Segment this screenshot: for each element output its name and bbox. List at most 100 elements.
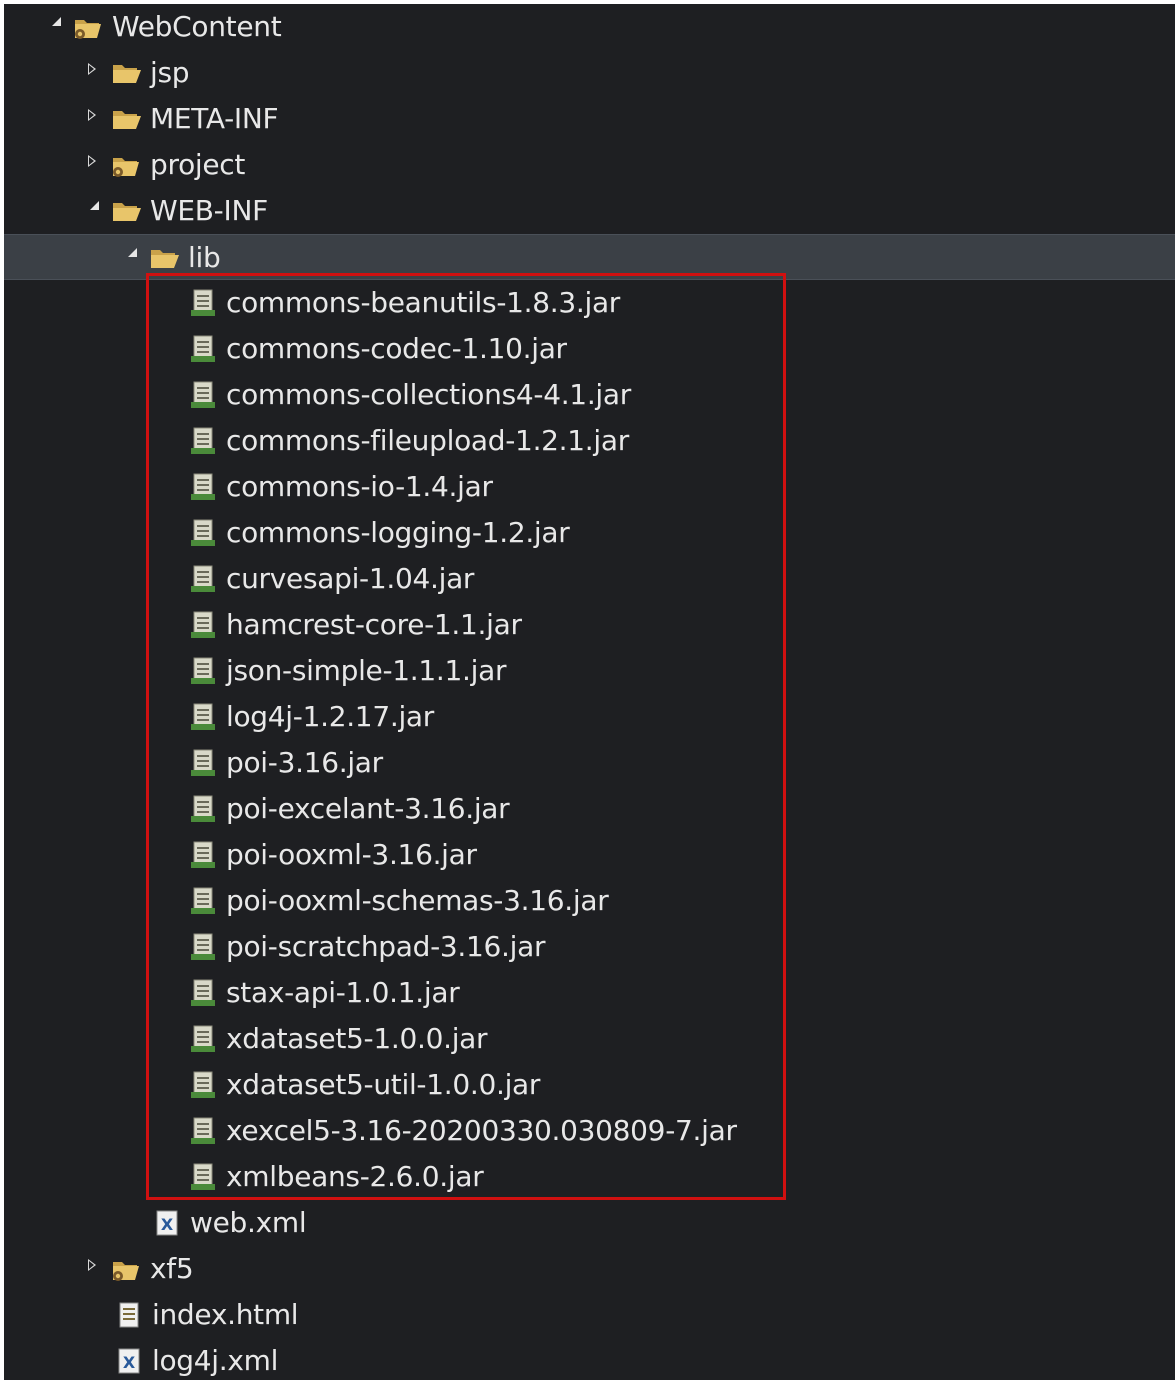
tree-node-label: xdataset5-1.0.0.jar: [226, 1022, 488, 1055]
tree-node-meta-inf[interactable]: META-INF: [4, 96, 1175, 142]
jar-file-icon: [186, 786, 220, 832]
jar-file-icon: [186, 418, 220, 464]
tree-node-index-html[interactable]: index.html: [4, 1292, 1175, 1338]
jar-file-icon: [186, 464, 220, 510]
jar-file-icon: [186, 1016, 220, 1062]
tree-node-label: xf5: [150, 1252, 194, 1285]
jar-file-icon: [186, 832, 220, 878]
tree-node-webcontent[interactable]: WebContent: [4, 4, 1175, 50]
jar-file-icon: [186, 878, 220, 924]
tree-node-label: poi-ooxml-schemas-3.16.jar: [226, 884, 609, 917]
tree-node-jar[interactable]: poi-ooxml-schemas-3.16.jar: [4, 878, 1175, 924]
folder-icon: [110, 96, 144, 142]
svg-text:X: X: [161, 1215, 174, 1234]
svg-text:X: X: [123, 1353, 136, 1372]
expanded-arrow-icon[interactable]: [44, 4, 64, 50]
folder-icon: [110, 50, 144, 96]
project-explorer-tree: WebContent jsp META-INF project WEB-INF …: [4, 4, 1175, 1380]
tree-node-label: commons-beanutils-1.8.3.jar: [226, 286, 621, 319]
tree-node-jar[interactable]: poi-ooxml-3.16.jar: [4, 832, 1175, 878]
tree-node-jar[interactable]: xmlbeans-2.6.0.jar: [4, 1154, 1175, 1200]
jar-file-icon: [186, 970, 220, 1016]
jar-file-icon: [186, 1154, 220, 1200]
collapsed-arrow-icon[interactable]: [82, 1246, 102, 1292]
jar-file-icon: [186, 740, 220, 786]
tree-node-jar[interactable]: json-simple-1.1.1.jar: [4, 648, 1175, 694]
tree-node-label: lib: [188, 241, 221, 274]
tree-node-label: commons-collections4-4.1.jar: [226, 378, 631, 411]
jar-file-icon: [186, 648, 220, 694]
tree-node-label: poi-3.16.jar: [226, 746, 383, 779]
tree-node-label: commons-logging-1.2.jar: [226, 516, 570, 549]
jar-file-icon: [186, 556, 220, 602]
tree-node-label: project: [150, 148, 246, 181]
tree-node-jar[interactable]: commons-codec-1.10.jar: [4, 326, 1175, 372]
tree-node-log4j-xml[interactable]: X log4j.xml: [4, 1338, 1175, 1380]
tree-node-label: jsp: [150, 56, 190, 89]
jar-file-icon: [186, 1062, 220, 1108]
tree-node-label: curvesapi-1.04.jar: [226, 562, 475, 595]
folder-icon: [110, 188, 144, 234]
tree-node-label: xmlbeans-2.6.0.jar: [226, 1160, 484, 1193]
collapsed-arrow-icon[interactable]: [82, 142, 102, 188]
tree-node-jsp[interactable]: jsp: [4, 50, 1175, 96]
tree-node-label: commons-fileupload-1.2.1.jar: [226, 424, 629, 457]
html-file-icon: [112, 1292, 146, 1338]
tree-node-jar[interactable]: curvesapi-1.04.jar: [4, 556, 1175, 602]
jar-file-icon: [186, 694, 220, 740]
tree-node-label: stax-api-1.0.1.jar: [226, 976, 460, 1009]
tree-node-web-inf[interactable]: WEB-INF: [4, 188, 1175, 234]
tree-node-jar[interactable]: commons-logging-1.2.jar: [4, 510, 1175, 556]
tree-node-jar[interactable]: commons-io-1.4.jar: [4, 464, 1175, 510]
jar-file-icon: [186, 602, 220, 648]
xml-file-icon: X: [112, 1338, 146, 1380]
jar-file-icon: [186, 280, 220, 326]
tree-node-xf5[interactable]: xf5: [4, 1246, 1175, 1292]
tree-node-label: xexcel5-3.16-20200330.030809-7.jar: [226, 1114, 737, 1147]
expanded-arrow-icon[interactable]: [82, 188, 102, 234]
tree-node-jar[interactable]: xdataset5-util-1.0.0.jar: [4, 1062, 1175, 1108]
tree-node-label: log4j.xml: [152, 1344, 279, 1377]
tree-node-label: WEB-INF: [150, 194, 268, 227]
tree-node-label: log4j-1.2.17.jar: [226, 700, 434, 733]
tree-node-jar[interactable]: commons-collections4-4.1.jar: [4, 372, 1175, 418]
tree-node-lib[interactable]: lib: [4, 234, 1175, 280]
collapsed-arrow-icon[interactable]: [82, 96, 102, 142]
jar-file-icon: [186, 510, 220, 556]
xml-file-icon: X: [150, 1200, 184, 1246]
tree-node-jar[interactable]: stax-api-1.0.1.jar: [4, 970, 1175, 1016]
expanded-arrow-icon[interactable]: [120, 235, 140, 281]
tree-node-jar[interactable]: commons-beanutils-1.8.3.jar: [4, 280, 1175, 326]
tree-node-label: commons-io-1.4.jar: [226, 470, 493, 503]
tree-node-jar[interactable]: poi-scratchpad-3.16.jar: [4, 924, 1175, 970]
tree-node-label: poi-ooxml-3.16.jar: [226, 838, 477, 871]
collapsed-arrow-icon[interactable]: [82, 50, 102, 96]
tree-node-jar[interactable]: poi-excelant-3.16.jar: [4, 786, 1175, 832]
project-folder-icon: [72, 4, 106, 50]
tree-node-jar[interactable]: poi-3.16.jar: [4, 740, 1175, 786]
project-folder-icon: [110, 142, 144, 188]
jar-file-icon: [186, 372, 220, 418]
tree-node-label: commons-codec-1.10.jar: [226, 332, 567, 365]
jar-file-icon: [186, 326, 220, 372]
tree-node-label: hamcrest-core-1.1.jar: [226, 608, 522, 641]
folder-icon: [148, 235, 182, 281]
tree-node-jar[interactable]: hamcrest-core-1.1.jar: [4, 602, 1175, 648]
jar-file-icon: [186, 1108, 220, 1154]
tree-node-jar[interactable]: commons-fileupload-1.2.1.jar: [4, 418, 1175, 464]
tree-node-label: poi-excelant-3.16.jar: [226, 792, 510, 825]
tree-node-jar[interactable]: xdataset5-1.0.0.jar: [4, 1016, 1175, 1062]
tree-node-web-xml[interactable]: X web.xml: [4, 1200, 1175, 1246]
tree-node-label: web.xml: [190, 1206, 307, 1239]
tree-node-label: xdataset5-util-1.0.0.jar: [226, 1068, 541, 1101]
tree-node-label: META-INF: [150, 102, 279, 135]
tree-node-project[interactable]: project: [4, 142, 1175, 188]
tree-node-label: WebContent: [112, 10, 282, 43]
tree-node-label: json-simple-1.1.1.jar: [226, 654, 507, 687]
project-folder-icon: [110, 1246, 144, 1292]
tree-node-label: poi-scratchpad-3.16.jar: [226, 930, 546, 963]
jar-file-icon: [186, 924, 220, 970]
tree-node-label: index.html: [152, 1298, 299, 1331]
tree-node-jar[interactable]: log4j-1.2.17.jar: [4, 694, 1175, 740]
tree-node-jar[interactable]: xexcel5-3.16-20200330.030809-7.jar: [4, 1108, 1175, 1154]
